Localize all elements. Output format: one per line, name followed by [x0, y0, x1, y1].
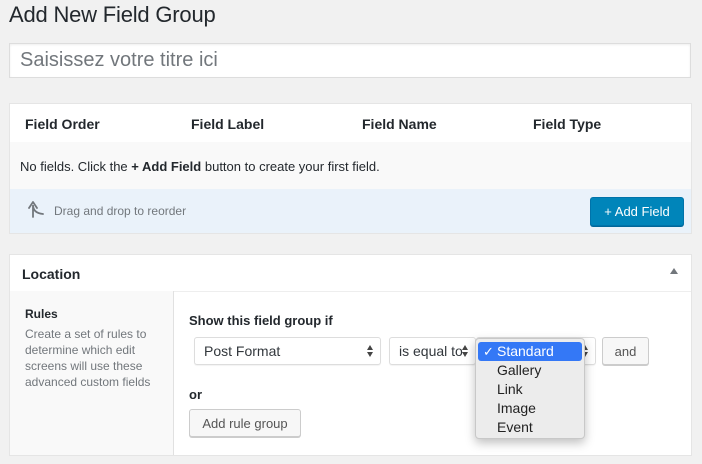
select-arrows-icon	[462, 344, 469, 358]
dropdown-option-link[interactable]: Link	[478, 380, 582, 399]
add-field-inline: + Add Field	[131, 159, 202, 174]
dropdown-option-image[interactable]: Image	[478, 399, 582, 418]
location-header[interactable]: Location	[10, 255, 691, 292]
add-rule-group-button[interactable]: Add rule group	[189, 409, 301, 437]
dropdown-option-gallery[interactable]: Gallery	[478, 361, 582, 380]
empty-message: No fields. Click the + Add Field button …	[20, 159, 380, 174]
fields-empty-row: No fields. Click the + Add Field button …	[10, 142, 691, 190]
col-field-name: Field Name	[362, 116, 437, 132]
rules-sidebar: Rules Create a set of rules to determine…	[10, 291, 174, 455]
rules-description: Create a set of rules to determine which…	[25, 327, 151, 389]
show-if-label: Show this field group if	[189, 313, 333, 328]
col-field-order: Field Order	[25, 116, 100, 132]
dropdown-option-standard[interactable]: ✓ Standard	[478, 342, 582, 361]
fields-header: Field Order Field Label Field Name Field…	[10, 104, 691, 143]
drag-hint: Drag and drop to reorder	[54, 204, 187, 218]
col-field-type: Field Type	[533, 116, 602, 132]
and-button[interactable]: and	[602, 337, 649, 365]
checkmark-icon: ✓	[483, 344, 494, 359]
page-title: Add New Field Group	[9, 2, 216, 27]
fields-box: Field Order Field Label Field Name Field…	[9, 103, 692, 234]
operator-select[interactable]: is equal to	[389, 337, 476, 365]
location-box: Location Rules Create a set of rules to …	[9, 254, 692, 456]
col-field-label: Field Label	[191, 116, 265, 132]
value-dropdown-menu: ✓ Standard Gallery Link Image Event	[475, 338, 585, 439]
curved-arrow-up-icon	[28, 201, 44, 218]
rules-label: Rules	[25, 307, 58, 321]
select-arrows-icon	[367, 344, 374, 358]
collapse-triangle-icon[interactable]	[670, 268, 678, 274]
title-input[interactable]	[9, 43, 691, 78]
location-title: Location	[22, 266, 81, 282]
add-field-button[interactable]: + Add Field	[590, 197, 684, 226]
fields-footer: Drag and drop to reorder + Add Field	[10, 189, 691, 233]
or-label: or	[189, 387, 202, 402]
param-select[interactable]: Post Format	[194, 337, 381, 365]
dropdown-option-event[interactable]: Event	[478, 418, 582, 437]
